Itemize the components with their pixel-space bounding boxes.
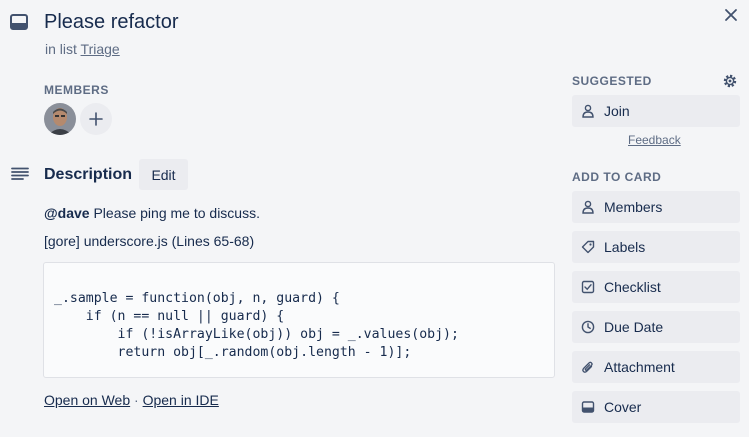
due-date-button[interactable]: Due Date [572,311,740,343]
attachment-button[interactable]: Attachment [572,351,740,383]
labels-button-label: Labels [604,239,646,255]
description-heading: Description [44,166,133,183]
person-icon [582,200,594,214]
mention[interactable]: @dave [44,205,90,221]
description-message: @dave Please ping me to discuss. [44,205,260,221]
feedback-link[interactable]: Feedback [628,133,681,147]
link-separator: · [134,392,139,408]
add-to-card-label: ADD TO CARD [572,170,662,184]
tag-icon [581,240,595,254]
cover-button[interactable]: Cover [572,391,740,423]
members-button-label: Members [604,199,663,215]
close-icon[interactable] [721,5,741,25]
code-block: _.sample = function(obj, n, guard) { if … [43,262,555,378]
paperclip-icon [582,361,593,373]
avatar[interactable] [44,103,76,135]
plus-icon [89,112,103,126]
clock-icon [581,320,595,334]
open-links: Open on Web · Open in IDE [44,392,219,408]
card-icon [10,14,28,30]
join-label: Join [604,103,630,119]
open-in-ide-link[interactable]: Open in IDE [143,392,219,408]
add-member-button[interactable] [80,103,112,135]
attachment-button-label: Attachment [604,359,675,375]
list-link[interactable]: Triage [81,41,120,57]
gear-icon[interactable] [720,71,740,91]
code-text: _.sample = function(obj, n, guard) { if … [54,291,459,360]
cover-icon [581,401,595,413]
members-button[interactable]: Members [572,191,740,223]
checklist-icon [581,280,595,294]
cover-button-label: Cover [604,399,642,415]
labels-button[interactable]: Labels [572,231,740,263]
edit-description-button[interactable]: Edit [139,159,188,190]
message-text: Please ping me to discuss. [93,205,260,221]
list-info: in list Triage [45,41,120,57]
suggested-label: SUGGESTED [572,74,652,88]
source-reference: [gore] underscore.js (Lines 65-68) [44,233,255,249]
checklist-button[interactable]: Checklist [572,271,740,303]
join-button[interactable]: Join [572,95,740,127]
card-title[interactable]: Please refactor [44,11,179,34]
list-prefix: in list [45,41,77,57]
open-on-web-link[interactable]: Open on Web [44,392,130,408]
due-date-button-label: Due Date [604,319,664,335]
checklist-button-label: Checklist [604,279,661,295]
members-label: MEMBERS [44,83,109,97]
description-icon [11,167,29,180]
person-icon [582,104,594,118]
